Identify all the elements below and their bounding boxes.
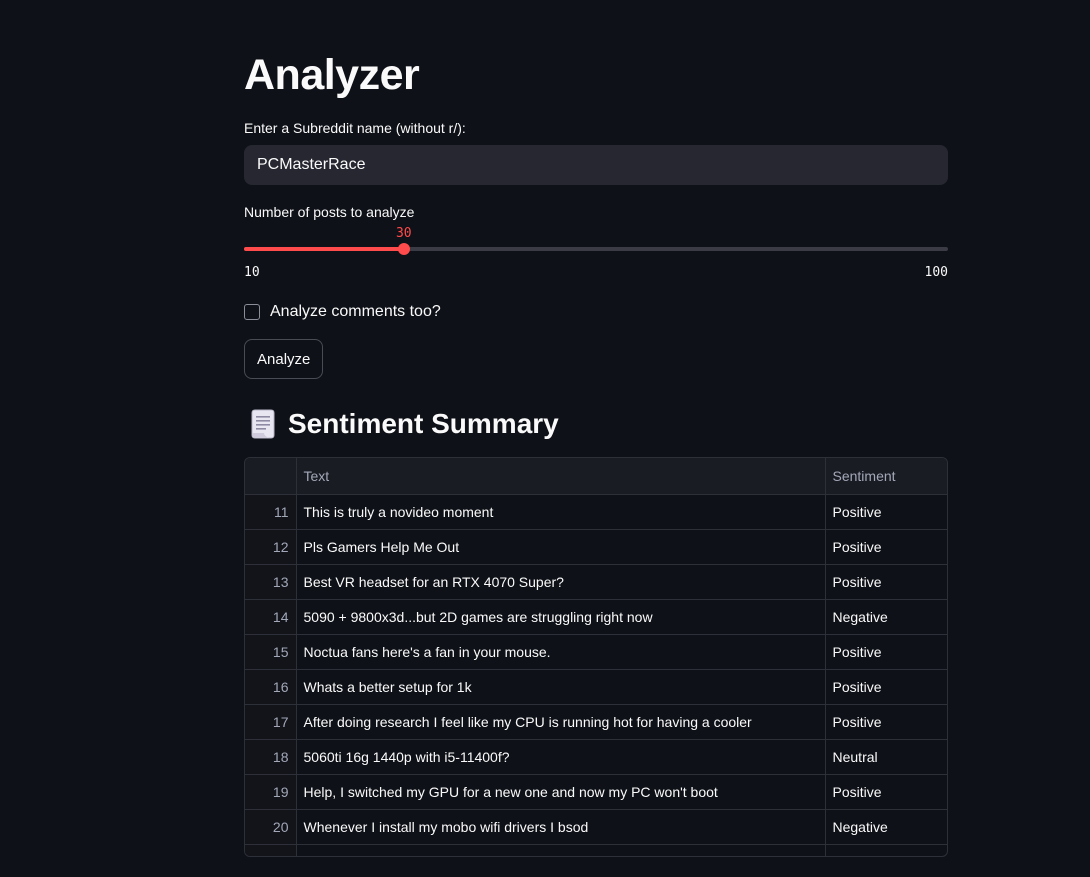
row-index-cell[interactable]: 17	[245, 704, 297, 740]
row-sentiment-cell[interactable]: Positive	[825, 704, 947, 740]
row-sentiment-cell[interactable]: Negative	[825, 809, 947, 845]
subreddit-label: Enter a Subreddit name (without r/):	[244, 120, 466, 136]
table-row[interactable]: 14 5090 + 9800x3d...but 2D games are stru…	[245, 599, 947, 635]
slider-track[interactable]	[244, 247, 948, 251]
slider-fill	[244, 247, 404, 251]
table-row[interactable]: 20 Whenever I install my mobo wifi driver…	[245, 809, 947, 845]
row-sentiment-cell[interactable]: Positive	[825, 494, 947, 530]
row-sentiment-cell[interactable]: Negative	[825, 599, 947, 635]
row-text-cell[interactable]: Pls Gamers Help Me Out	[296, 529, 826, 565]
row-index-cell[interactable]: 14	[245, 599, 297, 635]
table-row[interactable]: 15 Noctua fans here's a fan in your mouse…	[245, 634, 947, 670]
page-title: Analyzer	[244, 51, 420, 99]
table-row[interactable]: 12 Pls Gamers Help Me Out Positive	[245, 529, 947, 565]
row-text-cell[interactable]: Whats a better setup for 1k	[296, 669, 826, 705]
row-text-cell[interactable]: Whenever I install my mobo wifi drivers …	[296, 809, 826, 845]
sentiment-table[interactable]: Text Sentiment 11 This is truly a novideo…	[244, 457, 948, 857]
table-row[interactable]: 16 Whats a better setup for 1k Positive	[245, 669, 947, 705]
checkbox-box[interactable]	[244, 304, 260, 320]
slider-current-value: 30	[395, 226, 412, 241]
posts-slider[interactable]: 30 10 100	[244, 226, 948, 282]
checkbox-label: Analyze comments too?	[270, 303, 441, 320]
row-text-cell[interactable]: After doing research I feel like my CPU …	[296, 704, 826, 740]
sentiment-summary-title: Sentiment Summary	[288, 408, 559, 439]
slider-min-label: 10	[244, 265, 260, 280]
slider-thumb[interactable]	[397, 243, 410, 255]
analyze-comments-checkbox[interactable]: Analyze comments too?	[244, 302, 441, 322]
table-row[interactable]: 19 Help, I switched my GPU for a new one …	[245, 774, 947, 810]
table-row[interactable]: 21How would one go on so that I have the…	[245, 844, 947, 856]
row-sentiment-cell[interactable]: Positive	[825, 564, 947, 600]
slider-max-label: 100	[924, 265, 948, 280]
row-index-cell[interactable]: 15	[245, 634, 297, 670]
row-text-cell[interactable]: 5060ti 16g 1440p with i5-11400f?	[296, 739, 826, 775]
table-row[interactable]: 17 After doing research I feel like my CP…	[245, 704, 947, 740]
row-text-cell[interactable]: 5090 + 9800x3d...but 2D games are strugg…	[296, 599, 826, 635]
row-sentiment-cell[interactable]: Positive	[825, 669, 947, 705]
row-index-cell[interactable]: 20	[245, 809, 297, 845]
row-index-cell[interactable]: 19	[245, 774, 297, 810]
table-header-row: Text Sentiment	[245, 458, 947, 495]
column-header-text[interactable]: Text	[296, 458, 826, 495]
row-sentiment-cell[interactable]: Positive	[825, 529, 947, 565]
row-index-cell[interactable]: 12	[245, 529, 297, 565]
row-index-cell[interactable]: 18	[245, 739, 297, 775]
row-sentiment-cell[interactable]: Positive	[825, 634, 947, 670]
row-index-cell[interactable]: 16	[245, 669, 297, 705]
row-sentiment-cell[interactable]: Positive	[825, 774, 947, 810]
row-sentiment-cell[interactable]: Neutral	[825, 739, 947, 775]
row-index-cell[interactable]: 21	[245, 844, 297, 856]
column-header-sentiment[interactable]: Sentiment	[825, 458, 947, 495]
sentiment-summary-heading: Sentiment Summary	[244, 404, 559, 444]
column-header-index[interactable]	[245, 458, 297, 495]
page-icon	[244, 408, 282, 440]
table-row[interactable]: 13 Best VR headset for an RTX 4070 Super?…	[245, 564, 947, 600]
row-index-cell[interactable]: 13	[245, 564, 297, 600]
table-row[interactable]: 18 5060ti 16g 1440p with i5-11400f? Neutra…	[245, 739, 947, 775]
row-text-cell[interactable]: How would one go on so that I have the "…	[296, 844, 826, 856]
row-text-cell[interactable]: This is truly a novideo moment	[296, 494, 826, 530]
posts-slider-label: Number of posts to analyze	[244, 204, 415, 220]
row-text-cell[interactable]: Help, I switched my GPU for a new one an…	[296, 774, 826, 810]
row-text-cell[interactable]: Noctua fans here's a fan in your mouse.	[296, 634, 826, 670]
row-index-cell[interactable]: 11	[245, 494, 297, 530]
row-sentiment-cell[interactable]: Positive	[825, 844, 947, 856]
table-row[interactable]: 11 This is truly a novideo moment Positive	[245, 494, 947, 530]
row-text-cell[interactable]: Best VR headset for an RTX 4070 Super?	[296, 564, 826, 600]
subreddit-input[interactable]	[244, 145, 948, 185]
analyze-button[interactable]: Analyze	[244, 339, 324, 379]
